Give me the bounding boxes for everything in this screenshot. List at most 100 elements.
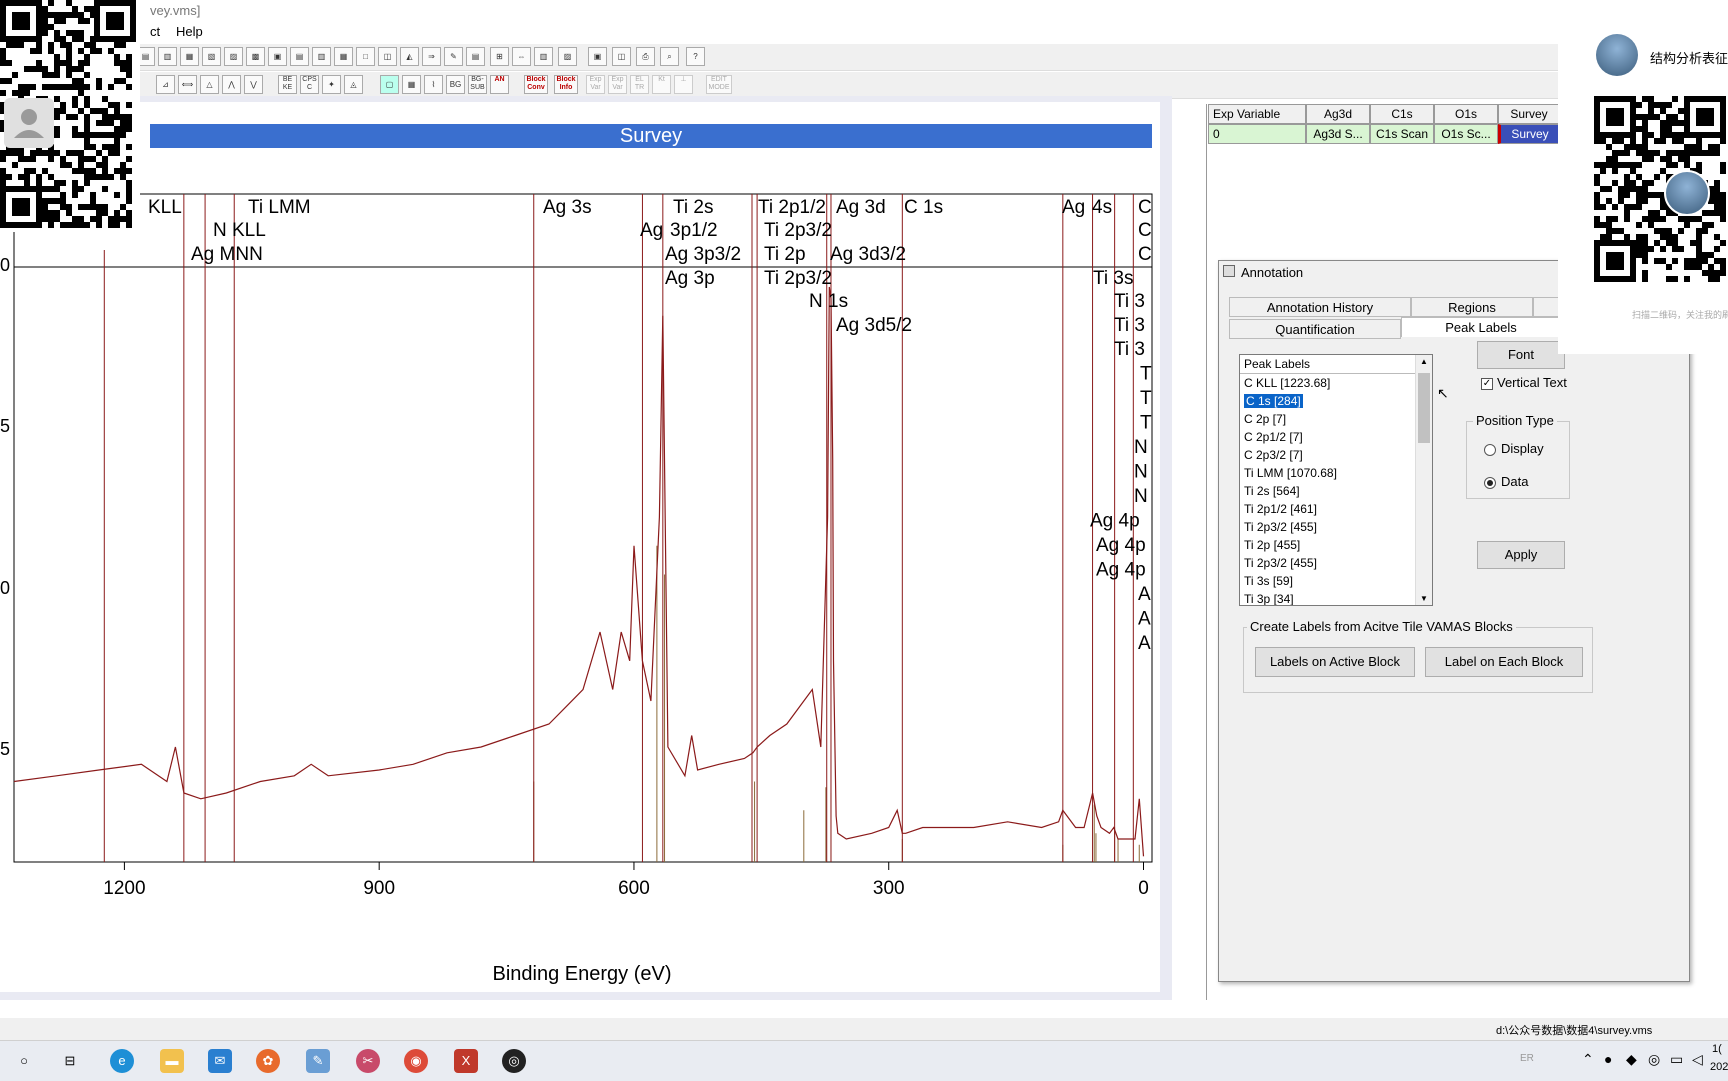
toolbar-button[interactable]: ◫ [378,47,397,66]
edge-icon[interactable]: e [110,1049,134,1073]
chevron-up-icon[interactable]: ▲ [1420,357,1428,366]
toolbar-button[interactable]: ▤ [466,47,485,66]
tool-button[interactable]: ⟺ [178,75,197,94]
app-icon[interactable]: ✂ [356,1049,380,1073]
list-scrollbar[interactable]: ▲ ▼ [1415,355,1432,605]
mail-icon[interactable]: ✉ [208,1049,232,1073]
task-view-icon[interactable]: ⊟ [58,1049,82,1073]
tool-button[interactable]: ◬ [344,75,363,94]
toolbar-button[interactable]: ⊞ [490,47,509,66]
table-header[interactable]: Ag3d [1306,104,1370,124]
exp-var-button[interactable]: Exp Var [608,75,627,94]
tray-icon[interactable]: ◆ [1626,1051,1637,1068]
spectrum-chart[interactable]: 1200 900 600 300 0 KLL Ti LMM Ag 3s Ti 2s Ti 2p1… [0,150,1160,1000]
tool-button[interactable]: ✦ [322,75,341,94]
tab-annotation-history[interactable]: Annotation History [1229,297,1411,317]
toolbar-button[interactable]: ▧ [202,47,221,66]
toolbar-button[interactable]: ▣ [268,47,287,66]
el-tr-button[interactable]: EL TR [630,75,649,94]
tray-icon[interactable]: ● [1604,1051,1612,1067]
vertical-text-checkbox[interactable]: ✓ [1481,378,1493,390]
date[interactable]: 202 [1710,1061,1728,1073]
tool-button[interactable]: ⊥ [674,75,693,94]
list-item[interactable]: Ti 2p1/2 [461] [1240,500,1432,518]
list-item[interactable]: Ti LMM [1070.68] [1240,464,1432,482]
toolbar-button[interactable]: ◫ [612,47,631,66]
table-header[interactable]: C1s [1370,104,1434,124]
list-item[interactable]: Ti 2s [564] [1240,482,1432,500]
menu-item-project[interactable]: ct [150,24,160,39]
search-icon[interactable]: ○ [12,1049,36,1073]
toolbar-button[interactable]: ▦ [334,47,353,66]
apply-button[interactable]: Apply [1477,541,1565,569]
toolbar-button[interactable]: □ [356,47,375,66]
toolbar-button[interactable]: ▥ [534,47,553,66]
xps-app-icon[interactable]: X [454,1049,478,1073]
scroll-thumb[interactable] [1418,373,1430,443]
chevron-down-icon[interactable]: ▼ [1420,594,1428,603]
peak-labels-list[interactable]: Peak Labels C KLL [1223.68] C 1s [284] C 2… [1239,354,1433,606]
bg-button[interactable]: BG [446,75,465,94]
clock[interactable]: 1( [1712,1043,1722,1055]
table-header[interactable]: Exp Variable [1208,104,1306,124]
list-item[interactable]: C 1s [284] [1240,392,1432,410]
block-info-button[interactable]: Block Info [554,75,578,94]
menu-item-help[interactable]: Help [176,24,203,39]
list-item[interactable]: C 2p [7] [1240,410,1432,428]
table-cell[interactable]: 0 [1208,124,1306,144]
toolbar-button[interactable]: ▨ [224,47,243,66]
tab-peak-labels[interactable]: Peak Labels [1401,317,1561,337]
battery-icon[interactable]: ▭ [1670,1051,1683,1068]
table-cell[interactable]: C1s Scan [1370,124,1434,144]
bg-sub-button[interactable]: BG- SUB [468,75,487,94]
tab-regions[interactable]: Regions [1411,297,1533,317]
list-item[interactable]: Ti 2p3/2 [455] [1240,554,1432,572]
toolbar-button[interactable]: ▥ [312,47,331,66]
language-indicator[interactable]: ER [1520,1053,1534,1064]
font-button[interactable]: Font [1477,341,1565,369]
folder-icon[interactable]: ▬ [160,1049,184,1073]
list-item[interactable]: Ti 2p [455] [1240,536,1432,554]
app-icon[interactable]: ✿ [256,1049,280,1073]
toolbar-button[interactable]: ▩ [246,47,265,66]
obs-icon[interactable]: ◎ [502,1049,526,1073]
toolbar-button[interactable]: ⎙ [636,47,655,66]
table-cell-selected[interactable]: Survey [1498,124,1560,144]
toolbar-button[interactable]: ⌕ [660,47,679,66]
labels-on-active-block-button[interactable]: Labels on Active Block [1255,647,1415,677]
tool-button[interactable]: △ [200,75,219,94]
speaker-icon[interactable]: ◁ [1692,1051,1703,1068]
edit-mode-button[interactable]: EDIT MODE [706,75,732,94]
toolbar-button[interactable]: ? [686,47,705,66]
cps-button[interactable]: CPS C [300,75,319,94]
label-on-each-block-button[interactable]: Label on Each Block [1425,647,1583,677]
tool-button[interactable]: ▢ [380,75,399,94]
tool-button[interactable]: ⊿ [156,75,175,94]
chevron-up-icon[interactable]: ⌃ [1582,1051,1594,1068]
table-header[interactable]: Survey [1498,104,1560,124]
toolbar-button[interactable]: ▥ [158,47,177,66]
tool-button[interactable]: ⋁ [244,75,263,94]
toolbar-button[interactable]: ◭ [400,47,419,66]
toolbar-button[interactable]: ▨ [558,47,577,66]
list-item[interactable]: Ti 2p3/2 [455] [1240,518,1432,536]
toolbar-button[interactable]: ▣ [588,47,607,66]
toolbar-button[interactable]: ▤ [290,47,309,66]
block-conv-button[interactable]: Block Conv [524,75,548,94]
tab-quantification[interactable]: Quantification [1229,319,1401,339]
be-ke-button[interactable]: BE KE [278,75,297,94]
tray-icon[interactable]: ◎ [1648,1051,1660,1068]
toolbar-button[interactable]: ⇒ [422,47,441,66]
table-header[interactable]: O1s [1434,104,1498,124]
radio-display[interactable] [1484,444,1496,456]
toolbar-button[interactable]: ✎ [444,47,463,66]
toolbar-button[interactable]: ⇔ [512,47,531,66]
list-item[interactable]: C 2p3/2 [7] [1240,446,1432,464]
list-item[interactable]: C 2p1/2 [7] [1240,428,1432,446]
tool-button[interactable]: ⋀ [222,75,241,94]
tool-button[interactable]: AN [490,75,509,94]
app-icon[interactable]: ✎ [306,1049,330,1073]
list-item[interactable]: C KLL [1223.68] [1240,374,1432,392]
kt-button[interactable]: Kt [652,75,671,94]
table-cell[interactable]: O1s Sc... [1434,124,1498,144]
